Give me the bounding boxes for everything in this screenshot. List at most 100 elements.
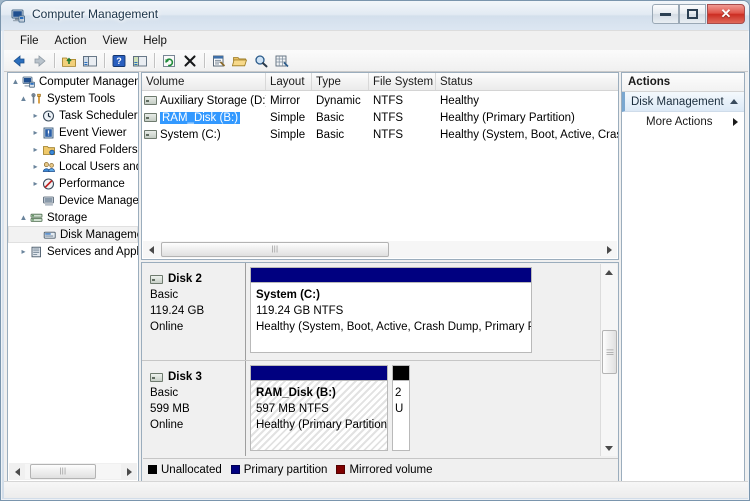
title-bar[interactable]: Computer Management ✕ xyxy=(1,1,749,31)
expander-icon[interactable]: ▲ xyxy=(18,93,29,104)
disk-state: Online xyxy=(150,419,184,431)
disk-info[interactable]: Disk 3 Basic 599 MB Online xyxy=(142,361,246,456)
legend-swatch xyxy=(336,465,346,474)
tree-node-device-manager[interactable]: Device Manager xyxy=(8,192,138,209)
menu-view[interactable]: View xyxy=(95,33,136,49)
partition-details: RAM_Disk (B:) 597 MB NTFS Healthy (Prima… xyxy=(250,380,388,451)
expander-icon[interactable]: ▸ xyxy=(30,161,41,172)
column-header-type[interactable]: Type xyxy=(312,73,369,90)
disk-view-legend: Unallocated Primary partition Mirrored v… xyxy=(143,458,618,480)
tree-node-system-tools[interactable]: ▲ System Tools xyxy=(8,90,138,107)
delete-icon[interactable] xyxy=(180,51,200,70)
close-button[interactable]: ✕ xyxy=(707,4,745,24)
scroll-down-button[interactable] xyxy=(601,440,616,456)
export-list-icon[interactable] xyxy=(272,51,292,70)
tree-node-shared-folders[interactable]: ▸ Shared Folders xyxy=(8,141,138,158)
disk-row[interactable]: Disk 3 Basic 599 MB Online RAM_Disk (B:)… xyxy=(142,361,601,456)
disk-partitions: RAM_Disk (B:) 597 MB NTFS Healthy (Prima… xyxy=(246,361,601,456)
column-header-status[interactable]: Status xyxy=(436,73,618,90)
back-icon[interactable] xyxy=(9,51,29,70)
refresh-icon[interactable] xyxy=(159,51,179,70)
partition-ram-disk-b[interactable]: RAM_Disk (B:) 597 MB NTFS Healthy (Prima… xyxy=(250,365,388,451)
expander-icon[interactable]: ▲ xyxy=(10,76,21,87)
scroll-thumb[interactable]: ||| xyxy=(161,242,389,257)
table-row[interactable]: RAM_Disk (B:) Simple Basic NTFS Healthy … xyxy=(142,109,618,126)
computer-management-window: Computer Management ✕ File Action View H… xyxy=(0,0,750,501)
volume-icon xyxy=(144,113,157,122)
maximize-button[interactable] xyxy=(679,4,706,24)
partition-color-bar xyxy=(392,365,410,380)
tree-node-storage[interactable]: ▲ Storage xyxy=(8,209,138,226)
scroll-track[interactable]: ||| xyxy=(25,464,121,479)
menu-action[interactable]: Action xyxy=(47,33,95,49)
disk-info[interactable]: Disk 2 Basic 119.24 GB Online xyxy=(142,263,246,360)
action-item-label: More Actions xyxy=(646,116,713,128)
toolbar-separator-4 xyxy=(204,53,206,68)
tree-node-task-scheduler[interactable]: ▸ Task Scheduler xyxy=(8,107,138,124)
chevron-right-icon[interactable] xyxy=(733,118,738,126)
scroll-track[interactable]: ||| xyxy=(159,242,601,257)
legend-item-primary-partition: Primary partition xyxy=(230,464,327,476)
scroll-right-button[interactable] xyxy=(121,464,137,479)
minimize-button[interactable] xyxy=(652,4,679,24)
disk-view-vertical-scrollbar[interactable]: ||| xyxy=(600,264,618,456)
scroll-thumb[interactable]: ||| xyxy=(602,330,617,374)
column-header-volume[interactable]: Volume xyxy=(142,73,266,90)
action-group-disk-management[interactable]: Disk Management xyxy=(622,92,744,112)
grip-icon: ||| xyxy=(59,468,67,475)
tree-node-computer-management[interactable]: ▲ Computer Managemen xyxy=(8,73,138,90)
tree-node-local-users-and-groups[interactable]: ▸ Local Users and xyxy=(8,158,138,175)
svg-text:?: ? xyxy=(116,56,122,66)
scroll-left-button[interactable] xyxy=(9,464,25,479)
scroll-left-button[interactable] xyxy=(143,242,159,257)
expander-icon[interactable]: ▸ xyxy=(30,144,41,155)
expander-icon[interactable]: ▲ xyxy=(18,212,29,223)
partition-system-c[interactable]: System (C:) 119.24 GB NTFS Healthy (Syst… xyxy=(250,267,532,353)
computer-management-icon xyxy=(10,8,26,24)
volume-list-pane: Volume Layout Type File System Status Au… xyxy=(141,72,619,260)
tree-horizontal-scrollbar[interactable]: ||| xyxy=(9,463,137,480)
window-title: Computer Management xyxy=(32,7,159,21)
legend-item-mirrored-volume: Mirrored volume xyxy=(336,464,433,476)
cell-status: Healthy (System, Boot, Active, Crash D xyxy=(440,128,618,141)
help-icon[interactable]: ? xyxy=(109,51,129,70)
scroll-track[interactable]: ||| xyxy=(601,280,618,440)
cell-file-system: NTFS xyxy=(373,94,404,107)
scroll-thumb[interactable]: ||| xyxy=(30,464,96,479)
column-header-file-system[interactable]: File System xyxy=(369,73,436,90)
expander-icon[interactable]: ▸ xyxy=(30,110,41,121)
action-item-more-actions[interactable]: More Actions xyxy=(622,112,744,132)
expander-icon[interactable]: ▸ xyxy=(18,246,29,257)
disk-title: Disk 2 xyxy=(150,271,245,287)
table-row[interactable]: Auxiliary Storage (D:) Mirror Dynamic NT… xyxy=(142,92,618,109)
open-folder-icon[interactable] xyxy=(230,51,250,70)
disk-list: Disk 2 Basic 119.24 GB Online System (C:… xyxy=(142,263,601,456)
expander-icon[interactable]: ▸ xyxy=(30,127,41,138)
expander-icon[interactable]: ▸ xyxy=(30,178,41,189)
volume-icon xyxy=(144,130,157,139)
tree-node-performance[interactable]: ▸ Performance xyxy=(8,175,138,192)
tree-node-services-and-applications[interactable]: ▸ Services and Applic xyxy=(8,243,138,260)
show-hide-tree-icon[interactable] xyxy=(80,51,100,70)
column-header-layout[interactable]: Layout xyxy=(266,73,312,90)
scroll-up-button[interactable] xyxy=(601,264,616,280)
up-folder-icon[interactable] xyxy=(59,51,79,70)
performance-icon xyxy=(41,177,57,191)
menu-help[interactable]: Help xyxy=(135,33,175,49)
tree-node-disk-management[interactable]: Disk Manageme xyxy=(8,226,138,243)
chevron-up-icon[interactable] xyxy=(730,99,738,104)
table-row[interactable]: System (C:) Simple Basic NTFS Healthy (S… xyxy=(142,126,618,143)
grip-icon: ||| xyxy=(271,246,279,253)
disk-row[interactable]: Disk 2 Basic 119.24 GB Online System (C:… xyxy=(142,263,601,361)
show-hide-action-pane-icon[interactable] xyxy=(130,51,150,70)
volume-list-horizontal-scrollbar[interactable]: ||| xyxy=(143,241,617,258)
menu-file[interactable]: File xyxy=(12,33,47,49)
tree-node-event-viewer[interactable]: ▸ Event Viewer xyxy=(8,124,138,141)
grip-icon: ||| xyxy=(606,348,613,356)
properties-icon[interactable] xyxy=(209,51,229,70)
tree-node-label: Event Viewer xyxy=(59,126,127,139)
partition-unallocated[interactable]: 2 U xyxy=(392,365,410,451)
search-icon[interactable] xyxy=(251,51,271,70)
scroll-right-button[interactable] xyxy=(601,242,617,257)
forward-icon[interactable] xyxy=(30,51,50,70)
